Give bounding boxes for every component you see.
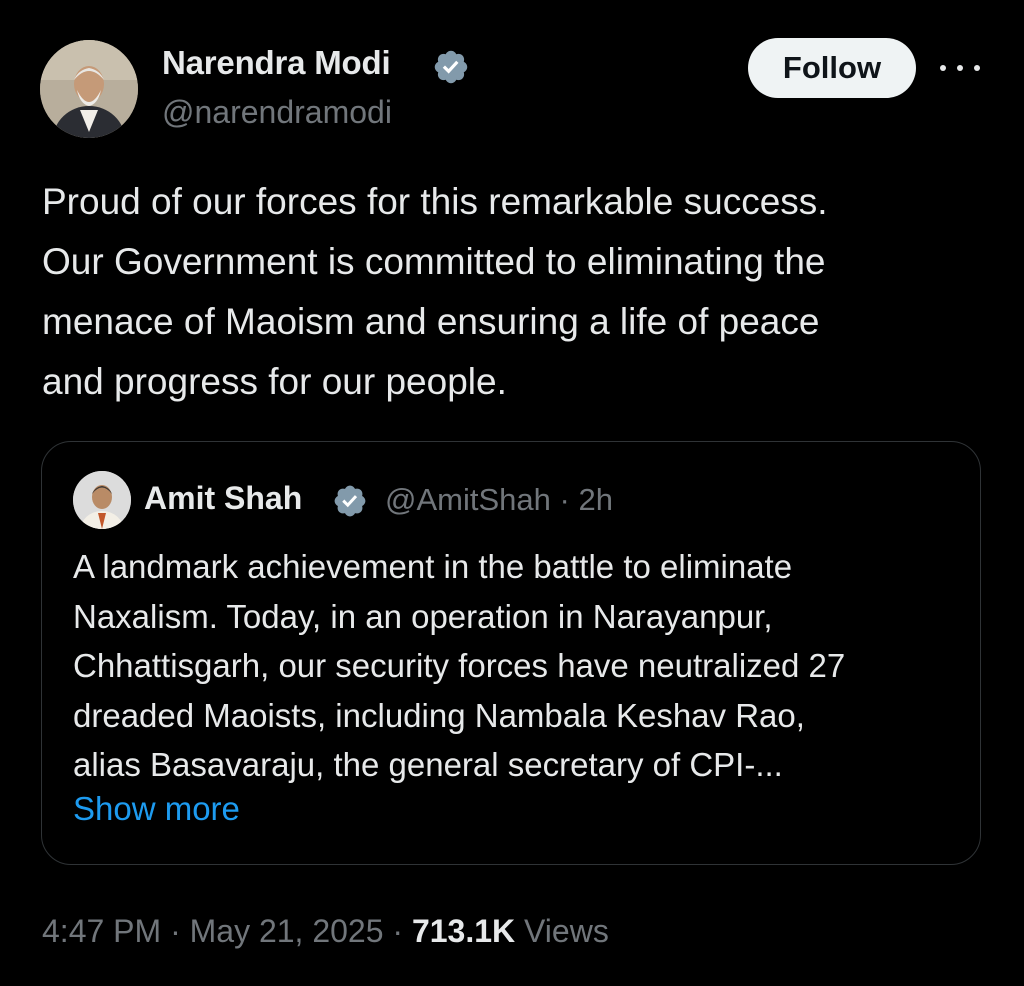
author-handle[interactable]: @narendramodi <box>162 94 392 131</box>
verified-badge-icon <box>434 50 468 84</box>
meta-separator: · <box>170 913 181 949</box>
tweet-time[interactable]: 4:47 PM <box>42 913 161 949</box>
quoted-author-handle[interactable]: @AmitShah <box>385 482 551 517</box>
quoted-meta: @AmitShah · 2h <box>385 482 613 518</box>
author-avatar[interactable] <box>40 40 138 138</box>
meta-separator: · <box>392 913 404 949</box>
author-name[interactable]: Narendra Modi <box>162 44 391 82</box>
quoted-time[interactable]: 2h <box>578 482 612 517</box>
quoted-author-avatar-image <box>73 471 131 529</box>
tweet-date[interactable]: May 21, 2025 <box>190 913 384 949</box>
more-dot <box>974 65 980 71</box>
tweet-text: Proud of our forces for this remarkable … <box>42 172 992 412</box>
meta-separator: · <box>559 482 570 517</box>
more-options-icon[interactable] <box>940 56 980 80</box>
verified-badge-icon <box>334 485 366 517</box>
quoted-text-line: alias Basavaraju, the general secretary … <box>73 746 783 783</box>
tweet-meta: 4:47 PM · May 21, 2025 · 713.1K Views <box>42 913 609 950</box>
quoted-tweet-text: A landmark achievement in the battle to … <box>73 542 963 790</box>
tweet-text-line: Our Government is committed to eliminati… <box>42 241 826 282</box>
quoted-text-line: Naxalism. Today, in an operation in Nara… <box>73 597 773 635</box>
quoted-tweet-card[interactable]: Amit Shah @AmitShah · 2h A landmark achi… <box>41 441 981 865</box>
quoted-text-line: dreaded Maoists, including Nambala Kesha… <box>73 696 805 734</box>
more-dot <box>940 65 946 71</box>
show-more-link[interactable]: Show more <box>73 790 240 828</box>
quoted-author-name[interactable]: Amit Shah <box>144 480 302 517</box>
views-label: Views <box>524 913 609 949</box>
tweet-text-line: Proud of our forces for this remarkable … <box>42 181 828 222</box>
quoted-text-line: A landmark achievement in the battle to … <box>73 548 793 585</box>
tweet: Narendra Modi @narendramodi Follow Proud… <box>0 0 1024 986</box>
quoted-text-line: Chhattisgarh, our security forces have n… <box>73 647 846 684</box>
author-avatar-image <box>40 40 138 138</box>
follow-button[interactable]: Follow <box>748 38 916 98</box>
tweet-text-line: and progress for our people. <box>42 361 507 402</box>
tweet-text-line: menace of Maoism and ensuring a life of … <box>42 301 820 342</box>
quoted-author-avatar[interactable] <box>73 471 131 529</box>
more-dot <box>957 65 963 71</box>
views-count[interactable]: 713.1K <box>412 913 515 949</box>
